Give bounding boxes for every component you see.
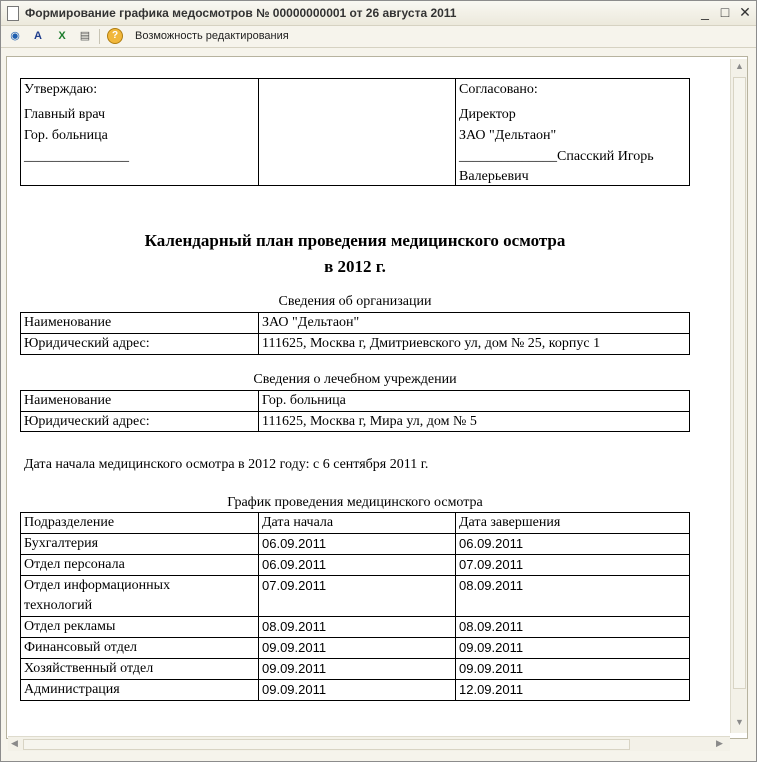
org-name-value: ЗАО "Дельтаон" xyxy=(262,315,360,330)
approve-org: Гор. больница xyxy=(24,128,108,143)
scroll-left-icon[interactable]: ◀ xyxy=(11,738,18,749)
scroll-right-icon[interactable]: ▶ xyxy=(716,738,723,749)
text-format-icon[interactable]: A xyxy=(30,28,46,44)
row-department: Финансовый отдел xyxy=(24,640,138,655)
row-department: Администрация xyxy=(24,682,120,697)
header-start-date: Дата начала xyxy=(262,515,334,530)
horizontal-scrollbar[interactable]: ◀ ▶ xyxy=(8,736,730,751)
clinic-name-value: Гор. больница xyxy=(262,393,346,408)
org-name-label: Наименование xyxy=(24,315,112,330)
window-title: Формирование графика медосмотров № 00000… xyxy=(25,6,457,20)
agree-signature-name: Валерьевич xyxy=(459,169,529,184)
browser-icon[interactable]: ◉ xyxy=(7,28,23,44)
toolbar: ◉ A X ▤ ? Возможность редактирования xyxy=(1,25,756,48)
row-department: Отдел информационных xyxy=(24,578,171,593)
org-caption: Сведения об организации xyxy=(278,294,432,309)
org-address-value: 111625, Москва г, Дмитриевского ул, дом … xyxy=(262,336,601,351)
report-window: Формирование графика медосмотров № 00000… xyxy=(0,0,757,762)
row-end-date: 08.09.2011 xyxy=(459,578,524,593)
approve-title: Утверждаю: xyxy=(24,82,98,97)
row-start-date: 07.09.2011 xyxy=(262,578,327,593)
row-department: Отдел рекламы xyxy=(24,619,116,634)
row-end-date: 06.09.2011 xyxy=(459,536,524,551)
clinic-caption: Сведения о лечебном учреждении xyxy=(253,372,457,387)
edit-mode-button[interactable]: Возможность редактирования xyxy=(135,30,289,42)
vertical-scroll-thumb[interactable] xyxy=(733,77,746,689)
row-start-date: 09.09.2011 xyxy=(262,682,327,697)
clinic-address-label: Юридический адрес: xyxy=(24,414,150,429)
row-department: Бухгалтерия xyxy=(24,536,99,551)
row-start-date: 09.09.2011 xyxy=(262,661,327,676)
row-department-cont: технологий xyxy=(24,598,93,613)
row-start-date: 08.09.2011 xyxy=(262,619,327,634)
document-heading-year: в 2012 г. xyxy=(324,257,386,276)
minimize-button[interactable]: _ xyxy=(697,4,713,20)
row-start-date: 09.09.2011 xyxy=(262,640,327,655)
toolbar-separator xyxy=(99,29,100,44)
close-button[interactable]: ✕ xyxy=(737,4,753,20)
row-start-date: 06.09.2011 xyxy=(262,536,327,551)
row-end-date: 08.09.2011 xyxy=(459,619,524,634)
row-end-date: 12.09.2011 xyxy=(459,682,524,697)
clinic-address-value: 111625, Москва г, Мира ул, дом № 5 xyxy=(262,414,477,429)
header-end-date: Дата завершения xyxy=(459,515,561,530)
agree-signature-line: ______________Спасский Игорь xyxy=(459,149,654,164)
excel-icon[interactable]: X xyxy=(54,28,70,44)
schedule-caption: График проведения медицинского осмотра xyxy=(227,495,483,510)
agree-position: Директор xyxy=(459,107,516,122)
agree-title: Согласовано: xyxy=(459,82,538,97)
page-icon[interactable]: ▤ xyxy=(77,28,93,44)
scroll-up-icon[interactable]: ▲ xyxy=(735,61,744,71)
title-bar: Формирование графика медосмотров № 00000… xyxy=(1,1,756,26)
org-address-label: Юридический адрес: xyxy=(24,336,150,351)
scroll-down-icon[interactable]: ▼ xyxy=(735,717,744,727)
row-end-date: 09.09.2011 xyxy=(459,640,524,655)
exam-start-date: Дата начала медицинского осмотра в 2012 … xyxy=(24,457,429,472)
row-department: Хозяйственный отдел xyxy=(24,661,154,676)
maximize-button[interactable]: □ xyxy=(717,4,733,20)
header-department: Подразделение xyxy=(24,515,115,530)
agree-org: ЗАО "Дельтаон" xyxy=(459,128,557,143)
document-heading: Календарный план проведения медицинского… xyxy=(144,231,566,250)
help-icon[interactable]: ? xyxy=(107,28,123,44)
approve-position: Главный врач xyxy=(24,107,106,122)
horizontal-scroll-thumb[interactable] xyxy=(23,739,630,750)
row-start-date: 06.09.2011 xyxy=(262,557,327,572)
clinic-name-label: Наименование xyxy=(24,393,112,408)
row-end-date: 07.09.2011 xyxy=(459,557,524,572)
row-end-date: 09.09.2011 xyxy=(459,661,524,676)
vertical-scrollbar[interactable]: ▲ ▼ xyxy=(730,59,747,733)
document-icon xyxy=(7,6,19,21)
row-department: Отдел персонала xyxy=(24,557,125,572)
approve-signature-line: _______________ xyxy=(24,149,129,164)
